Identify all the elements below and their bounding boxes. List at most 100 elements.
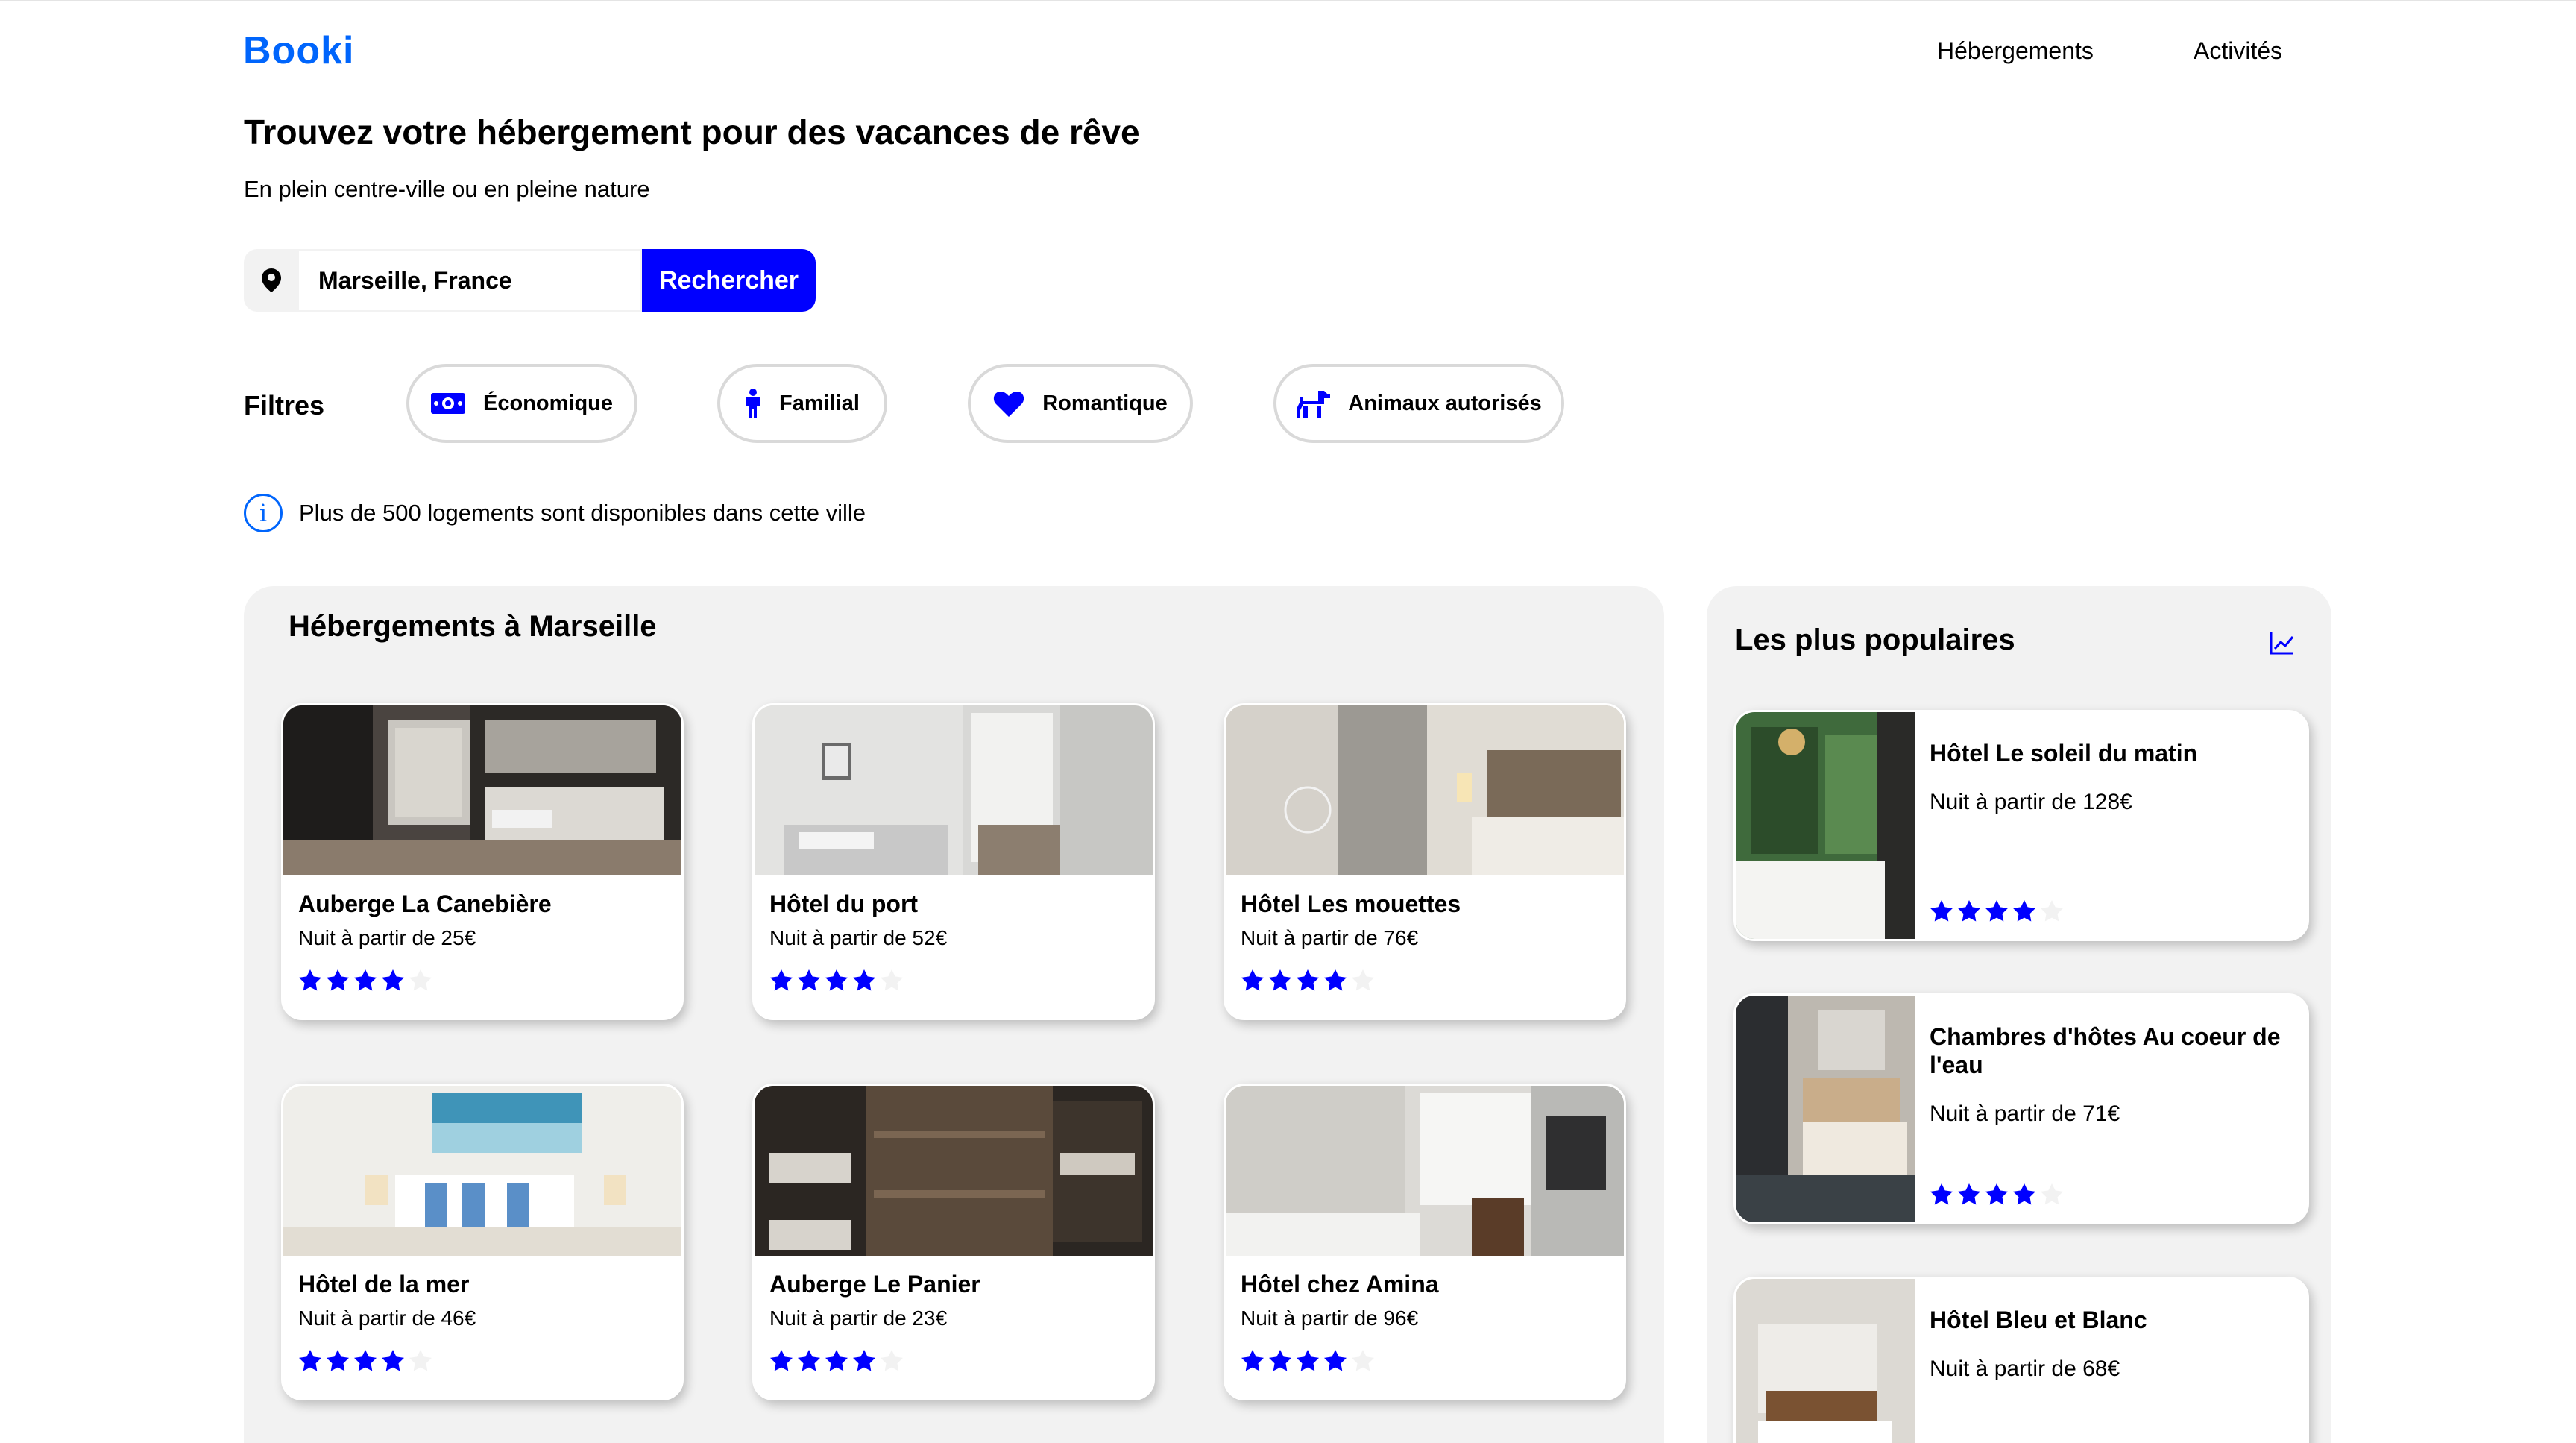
star-filled-icon <box>1241 1350 1264 1371</box>
star-rating <box>769 968 911 997</box>
popular-photo <box>1736 996 1915 1222</box>
listing-photo <box>283 705 681 875</box>
listing-name: Hôtel du port <box>769 890 919 917</box>
listing-name: Auberge La Canebière <box>298 890 552 917</box>
heart-icon <box>994 392 1024 417</box>
person-icon <box>746 389 760 418</box>
star-filled-icon <box>354 969 377 991</box>
star-filled-icon <box>1297 969 1319 991</box>
star-filled-icon <box>825 1350 848 1371</box>
popular-photo <box>1736 1279 1915 1443</box>
popular-price: Nuit à partir de 71€ <box>1930 1101 2120 1126</box>
search-button[interactable]: Rechercher <box>642 249 816 312</box>
star-filled-icon <box>327 969 349 991</box>
listing-card[interactable]: Auberge La Canebière Nuit à partir de 25… <box>281 703 684 1020</box>
listings-panel: Hébergements à Marseille Auberge La Cane… <box>244 586 1664 1443</box>
listing-card[interactable]: Hôtel du port Nuit à partir de 52€ <box>752 703 1155 1020</box>
star-filled-icon <box>1324 1350 1347 1371</box>
star-filled-icon <box>327 1350 349 1371</box>
booki-logo[interactable]: Booki <box>243 28 354 73</box>
listing-price: Nuit à partir de 96€ <box>1241 1307 1419 1330</box>
star-filled-icon <box>798 969 820 991</box>
page-subtitle: En plein centre-ville ou en pleine natur… <box>244 176 650 202</box>
popular-price: Nuit à partir de 68€ <box>1930 1356 2120 1381</box>
star-rating <box>298 1348 440 1377</box>
star-filled-icon <box>2013 1183 2035 1205</box>
star-filled-icon <box>1985 900 2008 922</box>
star-filled-icon <box>2013 900 2035 922</box>
star-filled-icon <box>798 1350 820 1371</box>
star-filled-icon <box>382 1350 404 1371</box>
listing-price: Nuit à partir de 25€ <box>298 926 476 949</box>
star-empty-icon <box>409 1350 432 1371</box>
listing-price: Nuit à partir de 52€ <box>769 926 948 949</box>
star-rating <box>1930 1182 2071 1211</box>
popular-name: Hôtel Bleu et Blanc <box>1930 1307 2147 1333</box>
star-rating <box>1241 968 1382 997</box>
filter-label: Romantique <box>1042 391 1168 415</box>
listing-photo <box>755 1086 1153 1256</box>
star-filled-icon <box>1930 1183 1953 1205</box>
star-empty-icon <box>2041 1183 2063 1205</box>
listings-title: Hébergements à Marseille <box>289 610 657 643</box>
popular-name: Chambres d'hôtes Au coeur de l'eau <box>1930 1023 2281 1078</box>
info-message: i Plus de 500 logements sont disponibles… <box>244 494 866 532</box>
star-rating <box>769 1348 911 1377</box>
listing-card[interactable]: Hôtel de la mer Nuit à partir de 46€ <box>281 1084 684 1400</box>
listing-card[interactable]: Auberge Le Panier Nuit à partir de 23€ <box>752 1084 1155 1400</box>
star-filled-icon <box>354 1350 377 1371</box>
star-filled-icon <box>853 1350 875 1371</box>
top-divider <box>0 0 2576 1</box>
listing-photo <box>755 705 1153 875</box>
star-filled-icon <box>1269 1350 1291 1371</box>
star-filled-icon <box>1958 900 1980 922</box>
popular-card[interactable]: Chambres d'hôtes Au coeur de l'eau Nuit … <box>1733 993 2309 1224</box>
popular-panel: Les plus populaires Hôtel Le soleil du m… <box>1707 586 2331 1443</box>
star-empty-icon <box>881 1350 903 1371</box>
search-input[interactable]: Marseille, France <box>299 249 642 312</box>
star-empty-icon <box>1352 1350 1374 1371</box>
listing-photo <box>1226 705 1624 875</box>
star-filled-icon <box>770 969 793 991</box>
star-filled-icon <box>770 1350 793 1371</box>
filter-label: Familial <box>779 391 860 415</box>
info-text: Plus de 500 logements sont disponibles d… <box>299 500 866 526</box>
listing-photo <box>1226 1086 1624 1256</box>
nav-hebergements[interactable]: Hébergements <box>1937 37 2094 65</box>
dog-icon <box>1297 391 1331 418</box>
star-rating <box>1930 899 2071 928</box>
filter-label: Animaux autorisés <box>1348 391 1542 415</box>
listing-card[interactable]: Hôtel chez Amina Nuit à partir de 96€ <box>1224 1084 1626 1400</box>
star-rating <box>298 968 440 997</box>
filter-label: Économique <box>482 391 613 415</box>
popular-card[interactable]: Hôtel Le soleil du matin Nuit à partir d… <box>1733 710 2309 941</box>
filter-familial[interactable]: Familial <box>717 364 887 443</box>
popular-name: Hôtel Le soleil du matin <box>1930 740 2198 767</box>
filter-animaux[interactable]: Animaux autorisés <box>1273 364 1564 443</box>
star-filled-icon <box>1241 969 1264 991</box>
star-filled-icon <box>1958 1183 1980 1205</box>
star-filled-icon <box>825 969 848 991</box>
star-empty-icon <box>409 969 432 991</box>
chart-trend-icon[interactable] <box>2269 631 2296 656</box>
popular-photo <box>1736 712 1915 939</box>
popular-title: Les plus populaires <box>1735 623 2015 656</box>
popular-price: Nuit à partir de 128€ <box>1930 790 2132 814</box>
star-empty-icon <box>1352 969 1374 991</box>
nav-activites[interactable]: Activités <box>2194 37 2282 65</box>
listing-card[interactable]: Hôtel Les mouettes Nuit à partir de 76€ <box>1224 703 1626 1020</box>
filter-romantique[interactable]: Romantique <box>968 364 1193 443</box>
listing-name: Hôtel Les mouettes <box>1241 890 1461 917</box>
star-filled-icon <box>1269 969 1291 991</box>
listing-photo <box>283 1086 681 1256</box>
popular-card[interactable]: Hôtel Bleu et Blanc Nuit à partir de 68€ <box>1733 1277 2309 1443</box>
search-bar: Marseille, France Rechercher <box>244 249 816 312</box>
location-pin-icon <box>244 249 299 312</box>
filters-label: Filtres <box>244 390 325 421</box>
filter-economique[interactable]: Économique <box>406 364 637 443</box>
listing-name: Hôtel de la mer <box>298 1271 470 1298</box>
star-filled-icon <box>1297 1350 1319 1371</box>
star-empty-icon <box>881 969 903 991</box>
money-icon <box>430 393 465 414</box>
listing-price: Nuit à partir de 23€ <box>769 1307 948 1330</box>
